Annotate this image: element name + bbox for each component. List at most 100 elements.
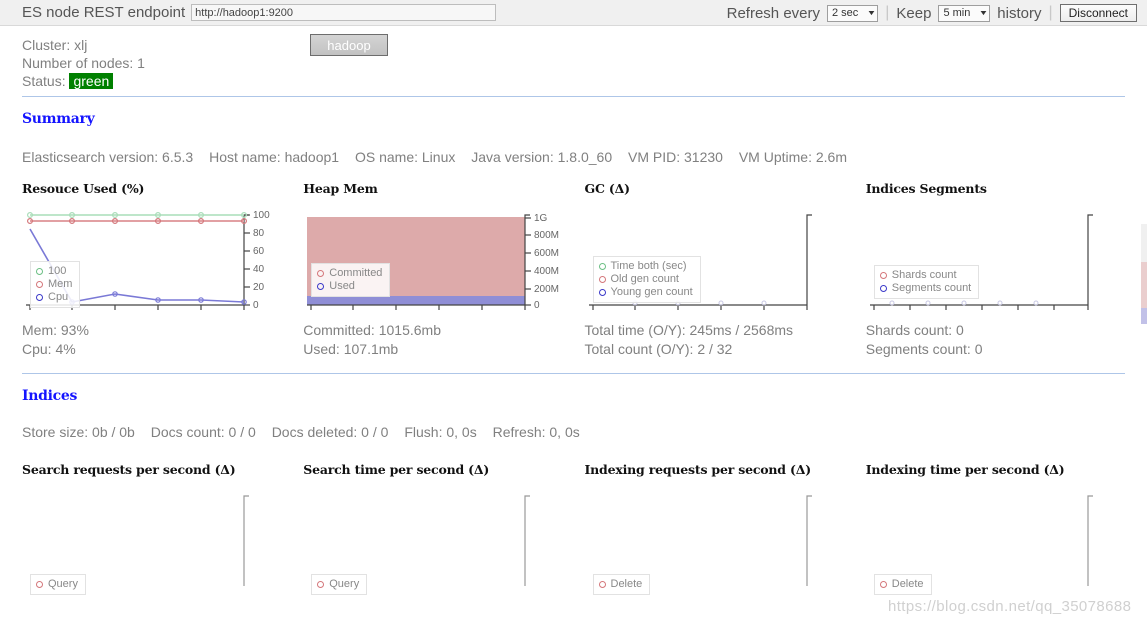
plot-area[interactable]: Delete [866,482,1128,595]
chart-title: GC (Δ) [584,181,631,196]
stat-gc-total-count: Total count (O/Y): 2 / 32 [584,341,733,357]
plot-area[interactable]: Delete [585,482,847,595]
status-label: Status: [22,73,66,89]
chart-legend: Committed Used [311,263,391,297]
stat-segments-count: Segments count: 0 [865,341,983,357]
flush-stat: Flush: 0, 0s [404,424,477,440]
watermark: https://blog.csdn.net/qq_35078688 [888,598,1132,615]
keep-label: Keep [896,4,932,22]
legend-label: Query [48,578,78,590]
chart-indices-segments: Indices Segments Shards count Segments c… [866,181,1147,359]
legend-label: Old gen count [610,273,680,285]
status-badge: green [69,73,114,89]
chart-legend: Query [30,574,86,595]
legend-item[interactable]: Query [317,578,359,591]
legend-label: Delete [610,578,643,590]
chart-gc: GC (Δ) 02:22 :05 [585,181,866,359]
resource-stats: Mem: 93% Cpu: 4% [22,321,303,359]
plot-area[interactable]: 0 20 40 60 80 100 02:22 [22,201,284,313]
node-count: Number of nodes: 1 [22,55,145,71]
chart-legend: Delete [873,574,932,595]
svg-text:600M: 600M [534,248,559,259]
legend-label: Mem [48,278,73,290]
endpoint-group: ES node REST endpoint [22,4,497,21]
legend-marker-icon [36,581,43,588]
indices-info-line: Store size: 0b / 0b Docs count: 0 / 0 Do… [22,424,1147,440]
legend-item[interactable]: Used [317,280,382,293]
chart-legend: Shards count Segments count [873,265,980,299]
history-label: history [997,4,1042,22]
legend-item[interactable]: Time both (sec) [598,260,693,273]
legend-item[interactable]: Segments count [879,282,971,295]
legend-item[interactable]: Mem [36,278,72,291]
svg-text:40: 40 [253,264,265,275]
legend-marker-icon [598,289,606,296]
cluster-info: Cluster: xlj Number of nodes: 1 Status: … [0,26,1147,91]
store-size: Store size: 0b / 0b [22,424,135,440]
refresh-interval-select[interactable]: 2 sec ▼ [827,4,879,22]
legend-label: Shards count [891,269,957,281]
legend-item[interactable]: Query [36,578,78,591]
legend-marker-icon [36,268,43,275]
legend-item[interactable]: Cpu [36,291,72,304]
divider: | [1048,4,1053,21]
legend-item[interactable]: Old gen count [598,273,693,286]
legend-marker-icon [36,294,43,301]
gc-stats: Total time (O/Y): 245ms / 2568ms Total c… [585,321,866,359]
chart-indexing-time-per-second: Indexing time per second (Δ) Delete [865,462,1147,595]
legend-item[interactable]: Young gen count [598,286,693,299]
chart-legend: Query [311,574,368,595]
svg-text::05: :05 [150,312,164,313]
plot-area[interactable]: :50 :55 Shards count Segments count [866,201,1128,313]
svg-text:02:22: 02:22 [339,312,364,313]
segments-stats: Shards count: 0 Segments count: 0 [866,321,1147,359]
node-tab-hadoop[interactable]: hadoop [310,34,388,56]
svg-text:100: 100 [253,210,270,221]
legend-item[interactable]: Delete [598,578,643,591]
legend-item[interactable]: 100 [36,265,72,278]
clipped-chart-edge [1141,224,1147,324]
host-name: Host name: hadoop1 [209,149,340,165]
plot-area[interactable]: 02:22 :05 Time both (sec) Old gen count … [585,201,847,313]
plot-area[interactable]: Query [22,482,284,595]
chart-search-time-per-second: Search time per second (Δ) Query [303,462,584,595]
toolbar-right: Refresh every 2 sec ▼ | Keep 5 min ▼ his… [727,0,1137,26]
disconnect-button[interactable]: Disconnect [1059,4,1137,22]
es-version: Elasticsearch version: 6.5.3 [22,149,194,165]
svg-text::05: :05 [431,312,445,313]
endpoint-label: ES node REST endpoint [22,4,186,21]
endpoint-input[interactable] [191,4,497,21]
legend-marker-icon [879,285,887,292]
chart-title: Search requests per second (Δ) [22,462,236,477]
history-length-select[interactable]: 5 min ▼ [938,4,991,22]
plot-area[interactable]: 0 200M 400M 600M 800M 1G 02:22 [303,201,565,313]
stat-gc-total-time: Total time (O/Y): 245ms / 2568ms [584,322,794,338]
history-length-value: 5 min [943,7,971,19]
legend-label: Delete [891,578,924,590]
legend-item[interactable]: Delete [879,578,924,591]
chart-heap-mem: Heap Mem 0 200M 400M 600M 800M 1G Commit… [303,181,584,359]
summary-chart-row: Resouce Used (%) 0 20 40 60 80 100 100 M… [0,181,1147,359]
refresh-label: Refresh every [726,4,820,22]
legend-marker-icon [879,581,887,588]
chevron-down-icon: ▼ [866,9,877,17]
plot-area[interactable]: Query [303,482,565,595]
chart-title: Indexing time per second (Δ) [865,462,1065,477]
docs-deleted: Docs deleted: 0 / 0 [271,424,389,440]
stat-mem: Mem: 93% [22,322,89,338]
svg-text:800M: 800M [534,230,559,241]
svg-text:0: 0 [534,300,540,311]
legend-item[interactable]: Shards count [879,269,972,282]
chart-title: Indices Segments [865,181,987,196]
chart-resource-used: Resouce Used (%) 0 20 40 60 80 100 100 M… [22,181,303,359]
chart-title: Search time per second (Δ) [303,462,490,477]
chart-legend: Delete [592,574,651,595]
legend-item[interactable]: Committed [317,267,382,280]
svg-text:0: 0 [253,300,259,311]
summary-info-line: Elasticsearch version: 6.5.3 Host name: … [22,149,1147,165]
java-version: Java version: 1.8.0_60 [471,149,613,165]
stat-shards-count: Shards count: 0 [865,322,964,338]
section-divider [22,96,1125,97]
os-name: OS name: Linux [354,149,456,165]
refresh-interval-value: 2 sec [832,7,859,19]
